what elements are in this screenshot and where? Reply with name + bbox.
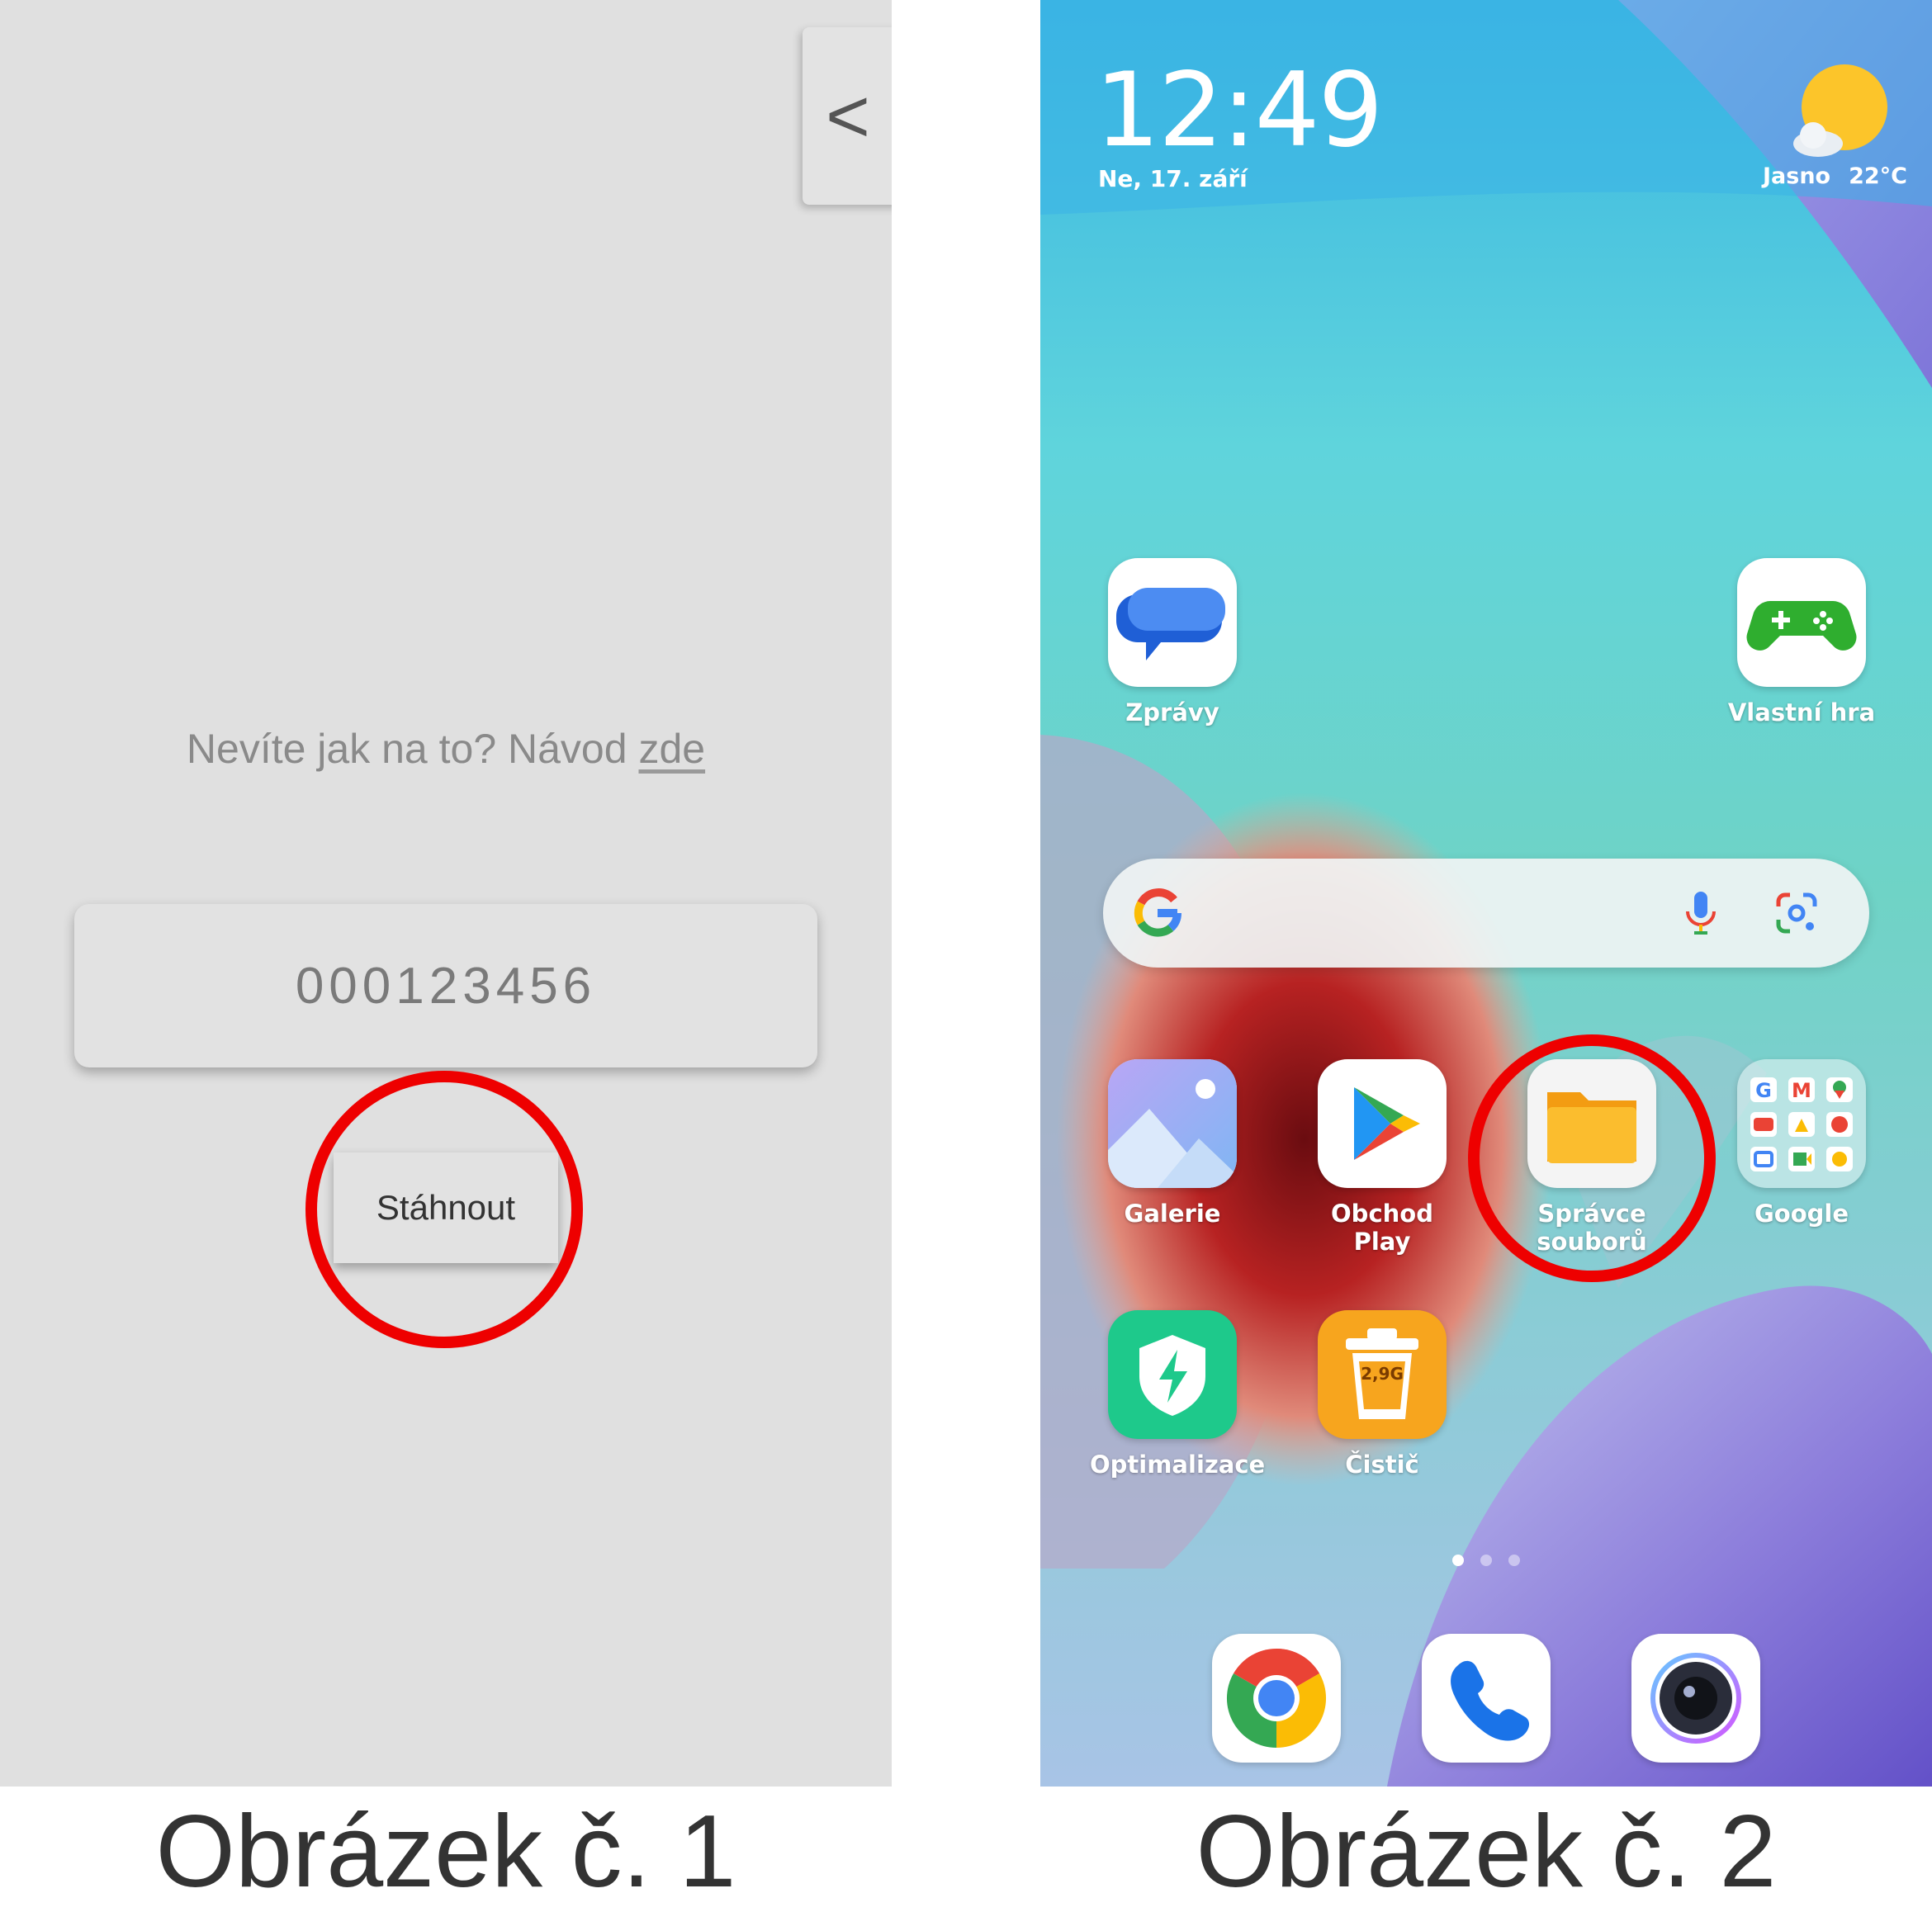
chevron-left-icon: <	[826, 73, 870, 159]
back-button[interactable]: <	[803, 27, 892, 205]
clock-time: 12:49	[1095, 51, 1383, 170]
google-folder-icon: G M	[1737, 1059, 1866, 1188]
app-custom-game[interactable]: Vlastní hra	[1719, 558, 1884, 726]
page-dot	[1480, 1555, 1492, 1566]
highlight-circle	[1468, 1034, 1716, 1282]
app-label: Zprávy	[1125, 698, 1219, 726]
code-value: 000123456	[295, 957, 597, 1015]
app-cleaner[interactable]: 2,9G Čistič	[1300, 1310, 1465, 1479]
help-link[interactable]: zde	[638, 726, 705, 772]
app-gallery[interactable]: Galerie	[1090, 1059, 1255, 1228]
page-indicator	[1040, 1554, 1932, 1569]
app-label: Optimalizace	[1090, 1451, 1266, 1479]
page-dot-active	[1452, 1555, 1464, 1566]
messages-icon	[1108, 558, 1237, 687]
lens-icon[interactable]	[1773, 890, 1820, 936]
code-input-field[interactable]: 000123456	[74, 904, 817, 1067]
trash-icon: 2,9G	[1318, 1310, 1447, 1439]
page-dot	[1508, 1555, 1520, 1566]
help-text: Nevíte jak na to? Návod zde	[0, 725, 892, 773]
app-folder-google[interactable]: G M Google	[1719, 1059, 1884, 1228]
weather-info: Jasno 22°C	[1763, 163, 1907, 189]
gamepad-icon	[1737, 558, 1866, 687]
weather-sunny-icon	[1793, 64, 1887, 157]
phone-icon	[1451, 1660, 1529, 1741]
google-search-bar[interactable]	[1103, 859, 1869, 968]
gallery-icon	[1108, 1059, 1237, 1188]
help-text-label: Nevíte jak na to? Návod	[186, 726, 639, 772]
app-label: Vlastní hra	[1727, 698, 1876, 726]
app-label: Čistič	[1345, 1451, 1419, 1479]
svg-text:M: M	[1792, 1079, 1811, 1102]
google-g-icon	[1134, 888, 1182, 937]
shield-bolt-icon	[1108, 1310, 1237, 1439]
dock-phone[interactable]	[1422, 1634, 1551, 1763]
app-play-store[interactable]: Obchod Play	[1300, 1059, 1465, 1256]
chrome-icon	[1226, 1649, 1327, 1748]
camera-icon	[1650, 1653, 1741, 1744]
cleaner-badge: 2,9G	[1361, 1364, 1404, 1384]
dock-chrome[interactable]	[1212, 1634, 1341, 1763]
clock-date: Ne, 17. září	[1098, 165, 1248, 192]
caption-figure-2: Obrázek č. 2	[1196, 1795, 1777, 1909]
caption-figure-1: Obrázek č. 1	[155, 1795, 736, 1909]
app-optimization[interactable]: Optimalizace	[1090, 1310, 1266, 1479]
svg-text:G: G	[1755, 1079, 1772, 1102]
app-messages[interactable]: Zprávy	[1090, 558, 1255, 726]
play-store-icon	[1318, 1059, 1447, 1188]
screenshot-2-home-screen: 12:49 Ne, 17. září Jasno 22°C Zprávy Vlas…	[1040, 0, 1932, 1787]
app-label: Google	[1754, 1200, 1849, 1228]
app-label: Galerie	[1124, 1200, 1221, 1228]
weather-temperature: 22°C	[1849, 163, 1907, 189]
dock-camera[interactable]	[1631, 1634, 1760, 1763]
app-label: Obchod Play	[1331, 1200, 1433, 1256]
screenshot-1-web-page: < Nevíte jak na to? Návod zde 000123456 …	[0, 0, 892, 1787]
highlight-circle	[305, 1071, 583, 1348]
weather-condition: Jasno	[1763, 163, 1831, 189]
microphone-icon[interactable]	[1676, 888, 1726, 938]
